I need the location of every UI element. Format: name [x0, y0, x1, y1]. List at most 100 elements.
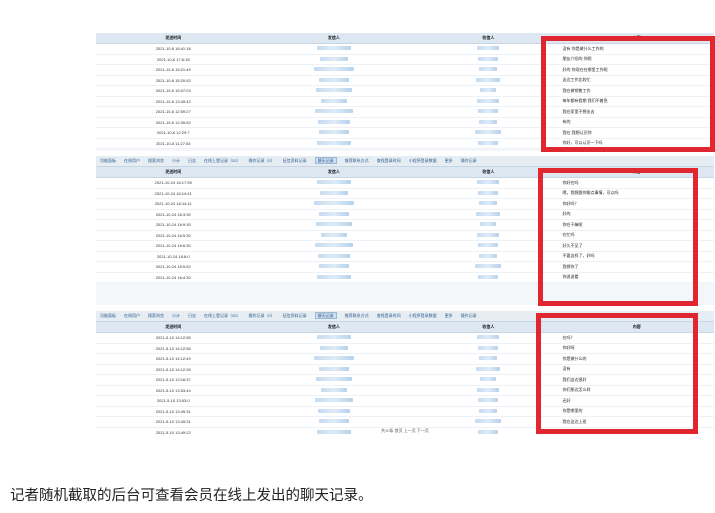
sender-cell — [250, 54, 418, 65]
table-row[interactable]: 2021-5-10 14:12:55 在吗？ — [96, 332, 714, 344]
send-time: 2021-10-24 16:4:30 — [96, 272, 251, 283]
redacted-receiver — [479, 356, 498, 361]
table-row[interactable]: 2021-10-6 15:20:52 这边工作比较忙 — [96, 75, 714, 86]
tab-item[interactable]: 在线上登记录（20） — [204, 313, 240, 318]
chat-log-table-3: 发送时间 发信人 收信人 内容 2021-5-10 14:12:55 在吗？ 202… — [96, 322, 714, 436]
admin-tab-bar: 功能面板 在线用户 搜索浏览 小计 日志 在线上登记录（20） 操作记录（0） 征信资料记录 聊… — [96, 156, 714, 167]
table-row[interactable]: 2021-5-10 14:12:49 你是做什么的 — [96, 353, 714, 365]
redacted-sender — [316, 46, 351, 51]
table-row[interactable]: 2021-10-24 16:6:30 好久不见了 — [96, 240, 714, 252]
table-row[interactable]: 2021-5-10 13:53:44 你们那边怎么样 — [96, 385, 714, 396]
receiver-cell — [417, 240, 560, 252]
table-row[interactable]: 2021-10-24 16:14:41 嗯，我想跟你聊点事情，可以吗 — [96, 188, 714, 199]
table-row[interactable]: 2021-10-6 12:29:7 我在 我想认识你 — [96, 127, 714, 139]
receiver-cell — [417, 353, 560, 365]
redacted-receiver — [479, 253, 498, 258]
receiver-cell — [417, 385, 560, 396]
tab-item[interactable]: 小程序登录数据 — [409, 158, 437, 163]
table-row[interactable]: 2021-10-6 16:41:18 没有 你是做什么工作的 — [96, 43, 714, 55]
header-content: 内容 — [559, 33, 714, 44]
table-row[interactable]: 2021-5-10 13:53:0 还好 — [96, 395, 714, 407]
send-time: 2021-5-10 14:12:26 — [96, 364, 251, 375]
header-receiver: 收信人 — [417, 33, 560, 44]
tab-item[interactable]: 在线用户 — [124, 158, 140, 163]
table-row[interactable]: 2021-10-24 16:5:30 在忙吗 — [96, 230, 714, 241]
tab-item[interactable]: 日志 — [188, 158, 196, 163]
tab-item[interactable]: 更多 — [445, 313, 453, 318]
message-content: 不要这样了，好吗 — [559, 251, 714, 262]
redacted-receiver — [476, 211, 501, 216]
tab-item[interactable]: 操作记录 — [461, 313, 477, 318]
table-row[interactable]: 2021-10-6 12:59:27 我在家里不想出去 — [96, 106, 714, 118]
redacted-sender — [317, 253, 350, 258]
redacted-sender — [319, 56, 348, 61]
message-content: 嗯，我想跟你聊点事情，可以吗 — [559, 188, 714, 199]
tab-item[interactable]: 操作记录（0） — [248, 158, 274, 163]
table-row[interactable]: 2021-5-10 13:16:37 我们这边很好 — [96, 374, 714, 386]
table-row[interactable]: 2021-5-10 13:49:31 我在这边上班 — [96, 416, 714, 428]
header-receiver: 收信人 — [417, 322, 560, 333]
tab-item[interactable]: 功能面板 — [100, 313, 116, 318]
redacted-sender — [320, 232, 347, 237]
table-row[interactable]: 2021-10-24 16:5:52 我想你了 — [96, 261, 714, 273]
tab-item[interactable]: 小程序登录数据 — [409, 313, 437, 318]
send-time: 2021-10-24 16:9:30 — [96, 219, 251, 231]
table-row[interactable]: 2021-5-10 13:49:31 你是哪里的 — [96, 406, 714, 417]
table-row[interactable]: 2021-5-10 14:12:56 你好呀 — [96, 343, 714, 354]
sender-cell — [250, 117, 418, 128]
redacted-sender — [318, 264, 349, 269]
tab-item[interactable]: 功能面板 — [100, 158, 116, 163]
tab-item[interactable]: 操作记录（0） — [248, 313, 274, 318]
tab-item[interactable]: 聊天记录 — [314, 312, 337, 319]
tab-item[interactable]: 在线上登记录（20） — [204, 158, 240, 163]
redacted-receiver — [477, 180, 500, 185]
table-row[interactable]: 2021-10-6 13:49:42 每年都有假期 我们不着急 — [96, 96, 714, 107]
tab-item[interactable]: 征信资料记录 — [283, 313, 307, 318]
pagination[interactable]: 共10条 首页 上一页 下一页 — [96, 428, 714, 434]
table-row[interactable]: 2021-10-24 16:8:0 不要这样了，好吗 — [96, 251, 714, 262]
redacted-receiver — [476, 366, 501, 371]
redacted-sender — [320, 387, 347, 392]
message-content: 你在干嘛呢 — [559, 219, 714, 231]
receiver-cell — [417, 230, 560, 241]
table-row[interactable]: 2021-10-24 16:14:11 你好吗？ — [96, 198, 714, 210]
table-row[interactable]: 2021-10-24 16:4:30 你说说看 — [96, 272, 714, 283]
table-row[interactable]: 2021-10-24 16:9:30 你在干嘛呢 — [96, 219, 714, 231]
redacted-receiver — [479, 67, 498, 72]
send-time: 2021-5-10 14:12:49 — [96, 353, 251, 365]
table-row[interactable]: 2021-10-6 15:21:49 好的 你现在在哪里工作呢 — [96, 64, 714, 76]
tab-item[interactable]: 日志 — [188, 313, 196, 318]
tab-item[interactable]: 推荐联系方式 — [345, 158, 369, 163]
tab-item[interactable]: 查找登录时间 — [377, 158, 401, 163]
tab-item[interactable]: 征信资料记录 — [283, 158, 307, 163]
tab-item[interactable]: 搜索浏览 — [148, 313, 164, 318]
redacted-sender — [318, 419, 349, 424]
tab-item[interactable]: 小计 — [172, 158, 180, 163]
table-row[interactable]: 2021-10-6 12:35:52 有的 — [96, 117, 714, 128]
sender-cell — [250, 364, 418, 375]
receiver-cell — [417, 117, 560, 128]
tab-item[interactable]: 搜索浏览 — [148, 158, 164, 163]
tab-item[interactable]: 操作记录 — [461, 158, 477, 163]
table-row[interactable]: 2021-10-24 16:3:30 好的 — [96, 209, 714, 220]
send-time: 2021-5-10 13:16:37 — [96, 374, 251, 386]
tab-item[interactable]: 聊天记录 — [314, 157, 337, 164]
table-row[interactable]: 2021-10-6 17:6:18 朋友介绍的 你呢 — [96, 54, 714, 65]
message-content: 你好，可以认识一下吗 — [559, 138, 714, 149]
redacted-sender — [315, 222, 352, 227]
table-row[interactable]: 2021-10-6 15:07:03 我在做销售工作 — [96, 85, 714, 97]
tab-item[interactable]: 推荐联系方式 — [345, 313, 369, 318]
sender-cell — [250, 240, 418, 252]
tab-item[interactable]: 查找登录时间 — [377, 313, 401, 318]
receiver-cell — [417, 416, 560, 428]
table-row[interactable]: 2021-10-6 11:27:54 你好，可以认识一下吗 — [96, 138, 714, 149]
message-content: 还好 — [559, 395, 714, 407]
redacted-sender — [316, 335, 351, 340]
table-row[interactable]: 2021-5-10 14:12:26 没有 — [96, 364, 714, 375]
table-row[interactable]: 2021-10-24 16:17:59 你好在吗 — [96, 177, 714, 189]
tab-item[interactable]: 更多 — [445, 158, 453, 163]
message-content: 你好在吗 — [559, 177, 714, 189]
sender-cell — [250, 75, 418, 86]
tab-item[interactable]: 小计 — [172, 313, 180, 318]
tab-item[interactable]: 在线用户 — [124, 313, 140, 318]
